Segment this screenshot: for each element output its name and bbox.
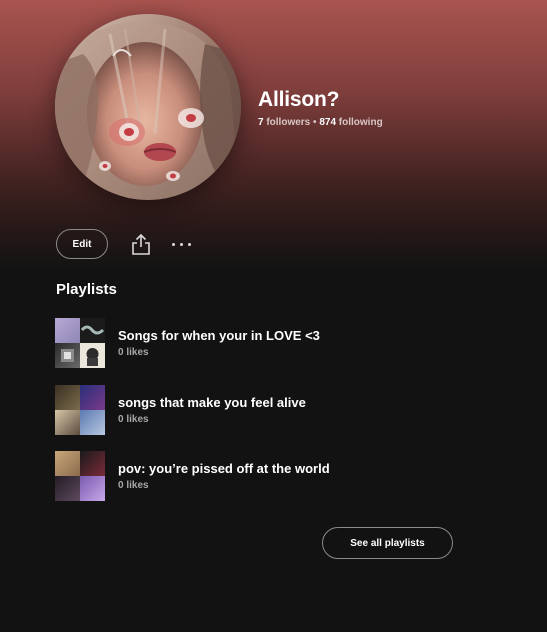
playlist-likes: 0 likes [118, 480, 149, 491]
playlist-likes: 0 likes [118, 414, 149, 425]
playlist-cover [55, 385, 105, 435]
playlists-heading: Playlists [56, 281, 117, 298]
following-count: 874 [319, 117, 337, 128]
playlist-cover [55, 451, 105, 501]
more-options-icon[interactable] [172, 232, 191, 256]
playlist-item[interactable]: songs that make you feel alive 0 likes [55, 385, 495, 435]
playlist-cover [55, 318, 105, 368]
profile-avatar[interactable] [55, 14, 241, 200]
see-all-playlists-button[interactable]: See all playlists [322, 527, 453, 559]
playlist-title: pov: you’re pissed off at the world [118, 461, 330, 476]
playlist-item[interactable]: pov: you’re pissed off at the world 0 li… [55, 451, 495, 501]
profile-name: Allison? [258, 88, 340, 111]
playlist-item[interactable]: Songs for when your in LOVE <3 0 likes [55, 318, 495, 368]
stats-separator: • [313, 117, 317, 128]
followers-count: 7 [258, 117, 264, 128]
share-icon[interactable] [130, 232, 152, 256]
followers-link[interactable]: 7 followers [258, 117, 310, 128]
playlist-likes: 0 likes [118, 347, 149, 358]
following-label: following [338, 117, 383, 128]
playlist-title: Songs for when your in LOVE <3 [118, 328, 320, 343]
followers-label: followers [266, 117, 311, 128]
edit-button[interactable]: Edit [56, 229, 108, 259]
profile-stats: 7 followers • 874 following [258, 117, 383, 128]
following-link[interactable]: 874 following [319, 117, 382, 128]
playlist-title: songs that make you feel alive [118, 395, 306, 410]
avatar-photo [55, 14, 241, 200]
profile-actions: Edit [56, 229, 191, 259]
